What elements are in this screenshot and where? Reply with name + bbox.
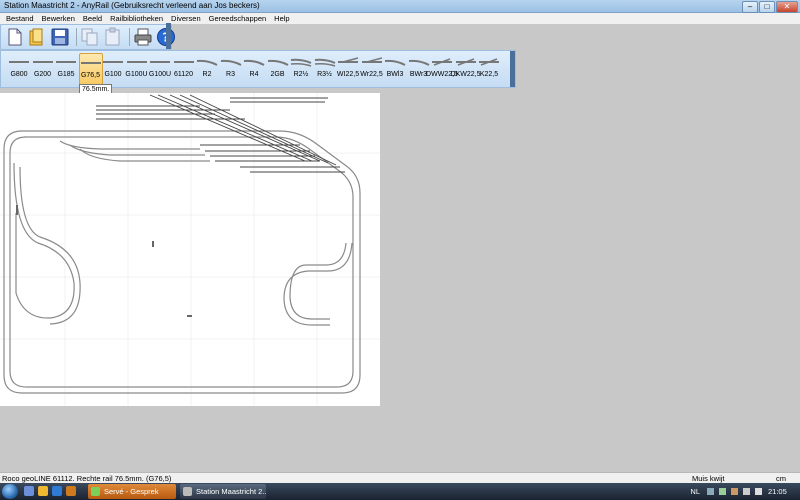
track-part-icon [32, 57, 54, 67]
menu-beeld[interactable]: Beeld [79, 13, 106, 24]
track-part-icon [431, 57, 453, 67]
task-chat-label: Servé - Gesprek [104, 487, 159, 496]
paste-icon[interactable] [103, 27, 123, 47]
track-part-icon [80, 58, 102, 68]
maximize-button[interactable]: □ [759, 1, 775, 13]
part-button[interactable]: 2GB [267, 53, 289, 85]
part-button[interactable]: R3 [220, 53, 242, 85]
track-parts-toolbar: G800 G200 G185 G76,5 G100 G100U G100U 61120 R2 R3… [0, 50, 516, 88]
anyrail-icon [183, 487, 192, 496]
new-file-icon[interactable] [4, 27, 24, 47]
print-icon[interactable] [133, 27, 153, 47]
track-part-icon [478, 57, 500, 67]
part-button[interactable]: DWW22,5 [426, 53, 458, 85]
toolbar-grip[interactable] [166, 23, 171, 49]
part-button[interactable]: R2 [196, 53, 218, 85]
part-button[interactable]: R2½ [290, 53, 312, 85]
layout-canvas[interactable] [0, 93, 380, 406]
part-button[interactable]: DKW22,5 [451, 53, 480, 85]
tray-icon[interactable] [719, 488, 726, 495]
close-button[interactable]: ✕ [776, 1, 798, 13]
toolbar-separator [76, 28, 77, 46]
toolbar-separator [129, 28, 130, 46]
track-part-icon [384, 57, 406, 67]
menu-gereedschappen[interactable]: Gereedschappen [205, 13, 271, 24]
toolbar-grip[interactable] [510, 51, 515, 87]
part-label: K22,5 [479, 71, 499, 78]
part-button[interactable]: R3½ [314, 53, 336, 85]
task-chat[interactable]: Servé - Gesprek [88, 484, 176, 499]
quicklaunch-explorer-icon[interactable] [38, 486, 48, 496]
part-button[interactable]: G185 [55, 53, 77, 85]
part-button[interactable]: 61120 [173, 53, 195, 85]
part-button[interactable]: G800 [8, 53, 30, 85]
track-part-icon [337, 57, 359, 67]
title-bar: Station Maastricht 2 - AnyRail (Gebruiks… [0, 0, 800, 13]
menu-diversen[interactable]: Diversen [167, 13, 205, 24]
track-part-icon [267, 57, 289, 67]
track-part-icon [173, 57, 195, 67]
track-part-icon [8, 57, 30, 67]
part-button[interactable]: G100 [102, 53, 124, 85]
part-button[interactable]: Wr22,5 [360, 53, 383, 85]
tray-icon[interactable] [731, 488, 738, 495]
copy-icon[interactable] [80, 27, 100, 47]
start-button[interactable] [2, 484, 18, 499]
part-button[interactable]: G100U [125, 53, 148, 85]
standard-toolbar: ? [0, 23, 175, 50]
track-part-icon [408, 57, 430, 67]
part-button[interactable]: WI22,5 [337, 53, 359, 85]
track-part-icon [149, 57, 171, 67]
menu-bewerken[interactable]: Bewerken [38, 13, 79, 24]
track-part-icon [290, 57, 312, 67]
part-button[interactable]: G100U [149, 53, 171, 85]
menu-railbibliotheken[interactable]: Railbibliotheken [106, 13, 167, 24]
taskbar: Servé - Gesprek Station Maastricht 2... … [0, 483, 800, 500]
track-part-icon [196, 57, 218, 67]
part-button[interactable]: R4 [243, 53, 265, 85]
track-part-icon [220, 57, 242, 67]
menu-bar: Bestand Bewerken Beeld Railbibliotheken … [0, 13, 800, 24]
track-part-icon [314, 57, 336, 67]
track-part-icon [455, 57, 477, 67]
track-part-icon [243, 57, 265, 67]
part-button[interactable]: G76,5 [78, 53, 103, 87]
part-button[interactable]: G200 [32, 53, 54, 85]
clock[interactable]: 21:05 [768, 483, 794, 500]
part-button[interactable]: BWr3 [408, 53, 430, 85]
language-indicator[interactable]: NL [690, 483, 700, 500]
menu-bestand[interactable]: Bestand [0, 13, 38, 24]
tray-icon[interactable] [707, 488, 714, 495]
network-icon[interactable] [743, 488, 750, 495]
save-icon[interactable] [50, 27, 70, 47]
quicklaunch-desktop-icon[interactable] [24, 486, 34, 496]
open-folder-icon[interactable] [27, 27, 47, 47]
minimize-button[interactable]: – [742, 1, 758, 13]
track-part-icon [55, 57, 77, 67]
volume-icon[interactable] [755, 488, 762, 495]
track-part-icon [102, 57, 124, 67]
task-anyrail[interactable]: Station Maastricht 2... [180, 484, 266, 499]
window-title: Station Maastricht 2 - AnyRail (Gebruiks… [4, 1, 260, 10]
track-layout-drawing [0, 93, 380, 406]
part-button[interactable]: K22,5 [478, 53, 500, 85]
task-anyrail-label: Station Maastricht 2... [196, 487, 266, 496]
quicklaunch-browser-icon[interactable] [52, 486, 62, 496]
menu-help[interactable]: Help [270, 13, 293, 24]
part-button[interactable]: BWl3 [384, 53, 406, 85]
quicklaunch-firefox-icon[interactable] [66, 486, 76, 496]
chat-icon [91, 487, 100, 496]
track-part-icon [126, 57, 148, 67]
track-part-icon [361, 57, 383, 67]
